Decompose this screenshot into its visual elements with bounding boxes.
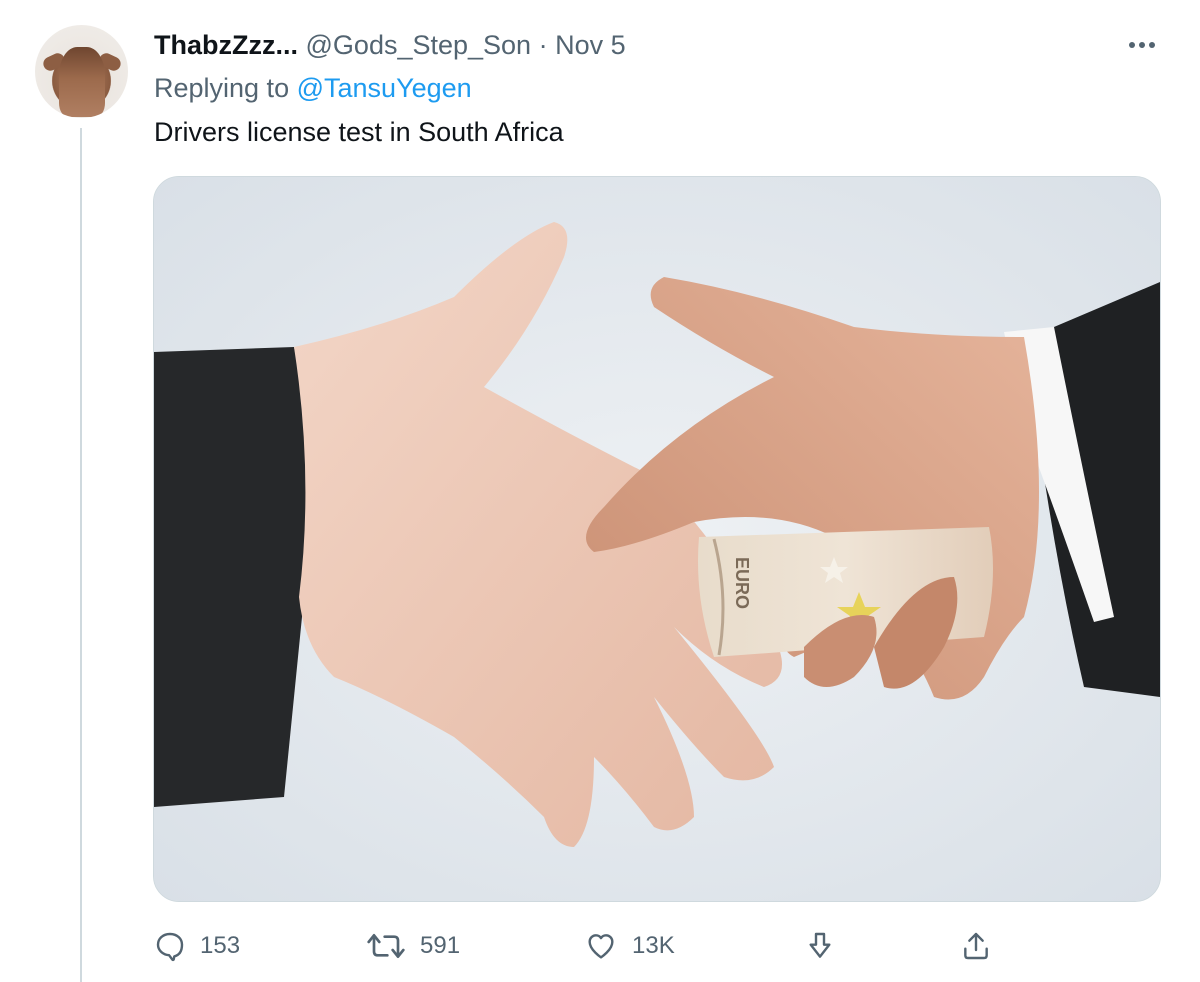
- tweet-header: ThabzZzz... @Gods_Step_Son · Nov 5: [154, 27, 626, 63]
- svg-text:EURO: EURO: [732, 557, 752, 609]
- replying-to-user-link[interactable]: @TansuYegen: [297, 73, 472, 103]
- downvote-arrow-icon[interactable]: [804, 930, 836, 962]
- share-action[interactable]: [960, 922, 992, 970]
- tweet-card[interactable]: ThabzZzz... @Gods_Step_Son · Nov 5 Reply…: [0, 0, 1200, 982]
- tweet-actions: 153 591 13K: [154, 922, 1014, 970]
- share-icon[interactable]: [960, 930, 992, 962]
- avatar-figure: [59, 47, 105, 117]
- user-handle[interactable]: @Gods_Step_Son: [306, 30, 532, 60]
- more-horizontal-icon[interactable]: [1122, 30, 1162, 60]
- like-action[interactable]: 13K: [584, 922, 675, 970]
- reply-bubble-icon[interactable]: [154, 930, 186, 962]
- handshake-photo: EURO: [154, 177, 1160, 901]
- replying-to-label: Replying to: [154, 73, 290, 103]
- tweet-date[interactable]: Nov 5: [555, 30, 626, 60]
- header-separator: ·: [538, 30, 548, 60]
- retweet-count: 591: [420, 932, 461, 959]
- tweet-text: Drivers license test in South Africa: [154, 117, 564, 147]
- downvote-action[interactable]: [804, 922, 836, 970]
- retweet-action[interactable]: 591: [366, 922, 460, 970]
- reply-action[interactable]: 153: [154, 922, 240, 970]
- heart-icon[interactable]: [584, 930, 618, 962]
- replying-to: Replying to @TansuYegen: [154, 70, 472, 106]
- like-count: 13K: [632, 932, 675, 959]
- tweet-media-photo[interactable]: EURO: [153, 176, 1161, 902]
- avatar[interactable]: [35, 25, 128, 118]
- thread-line: [80, 128, 82, 982]
- retweet-icon[interactable]: [366, 930, 406, 962]
- display-name[interactable]: ThabzZzz...: [154, 30, 298, 60]
- reply-count: 153: [200, 932, 241, 959]
